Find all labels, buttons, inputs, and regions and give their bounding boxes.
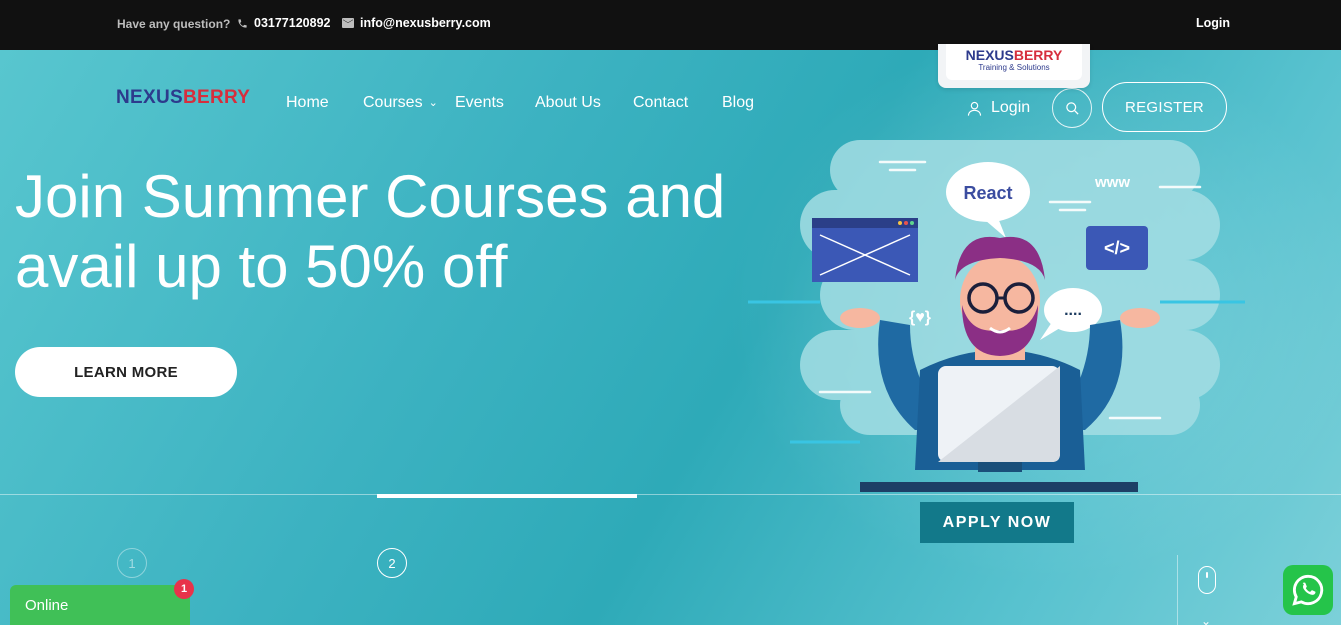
- whatsapp-icon: [1292, 574, 1324, 606]
- headline-line-2: avail up to 50% off: [15, 233, 508, 300]
- top-bar: Have any question? 03177120892 info@nexu…: [0, 0, 1341, 50]
- chevron-down-icon: ⌄: [1201, 614, 1212, 625]
- slider-divider: [0, 494, 1341, 495]
- browser-window-graphic: [812, 218, 918, 282]
- envelope-icon: [342, 17, 354, 29]
- phone-icon: [236, 17, 248, 29]
- slide-indicator-2[interactable]: 2: [377, 548, 407, 578]
- headline-line-1: Join Summer Courses and: [15, 163, 726, 230]
- register-button[interactable]: REGISTER: [1102, 82, 1227, 132]
- logo-card-berry: BERRY: [1013, 47, 1063, 63]
- email-contact[interactable]: info@nexusberry.com: [342, 16, 491, 30]
- chevron-down-icon: ⌄: [428, 97, 438, 109]
- apply-now-button[interactable]: APPLY NOW: [920, 502, 1074, 543]
- nav-about-us[interactable]: About Us: [535, 94, 601, 112]
- logo-part-berry: BERRY: [182, 87, 251, 108]
- bubble-react-text: React: [963, 183, 1012, 203]
- nav-login-label: Login: [991, 99, 1031, 116]
- scroll-divider: [1177, 555, 1178, 625]
- www-text: www: [1094, 174, 1130, 191]
- logo-card-tagline: Training & Solutions: [978, 63, 1050, 72]
- nav-courses[interactable]: Courses ⌄: [363, 94, 438, 112]
- nav-login[interactable]: Login: [966, 99, 1030, 117]
- nav-events[interactable]: Events: [455, 94, 504, 112]
- code-tag-graphic: </>: [1086, 226, 1148, 270]
- mouse-scroll-icon[interactable]: [1198, 566, 1216, 594]
- question-text: Have any question?: [117, 17, 231, 31]
- logo-part-nexus: NEXUS: [116, 87, 183, 108]
- notification-badge: 1: [174, 579, 194, 599]
- braces-text: {♥}: [909, 309, 931, 326]
- email-address: info@nexusberry.com: [360, 16, 491, 30]
- developer-illustration: React www </> .... {♥}: [748, 140, 1245, 492]
- online-chat-widget[interactable]: Online: [10, 585, 190, 625]
- phone-contact[interactable]: 03177120892: [236, 16, 330, 30]
- nav-contact[interactable]: Contact: [633, 94, 688, 112]
- logo-card-inner: NEXUSBERRY Training & Solutions: [946, 44, 1082, 80]
- top-login-link[interactable]: Login: [1196, 16, 1230, 30]
- slide-indicator-1[interactable]: 1: [117, 548, 147, 578]
- nav-blog[interactable]: Blog: [722, 94, 754, 112]
- site-logo[interactable]: NEXUSBERRY: [116, 87, 250, 109]
- search-button[interactable]: [1052, 88, 1092, 128]
- whatsapp-button[interactable]: [1283, 565, 1333, 615]
- code-tag-text: </>: [1104, 238, 1130, 258]
- learn-more-button[interactable]: LEARN MORE: [15, 347, 237, 397]
- slider-progress-bar: [377, 494, 637, 498]
- search-icon: [1065, 101, 1079, 115]
- logo-card-nexus: NEXUS: [965, 47, 1014, 63]
- user-icon: [967, 101, 982, 116]
- dots-text: ....: [1064, 302, 1082, 319]
- logo-card-brand: NEXUSBERRY: [946, 48, 1082, 62]
- phone-number: 03177120892: [254, 16, 331, 30]
- nav-courses-label: Courses: [363, 94, 423, 111]
- logo-card: NEXUSBERRY Training & Solutions: [938, 44, 1090, 88]
- hero-headline: Join Summer Courses and avail up to 50% …: [15, 162, 755, 302]
- nav-home[interactable]: Home: [286, 94, 329, 112]
